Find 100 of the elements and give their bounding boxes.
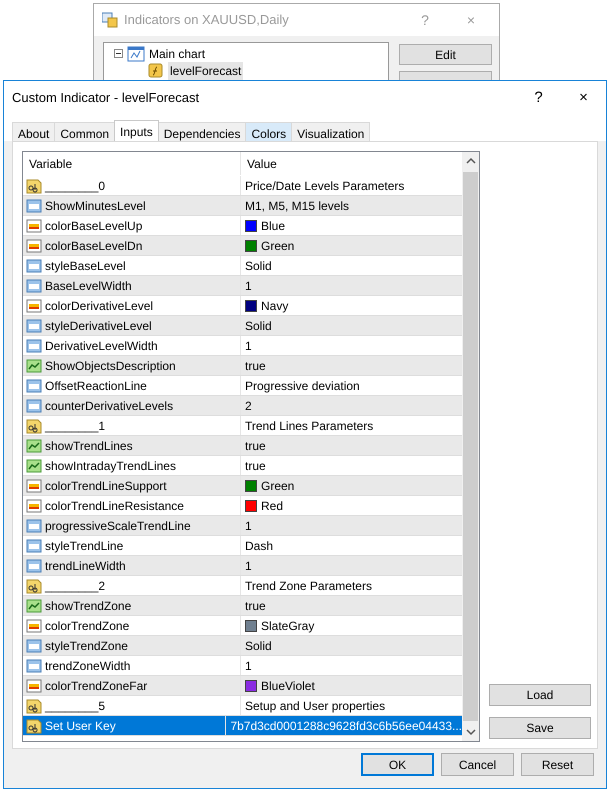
string-type-icon (26, 698, 42, 714)
dialog-button[interactable]: Reset (521, 753, 594, 776)
table-row[interactable]: colorBaseLevelDn Green (23, 236, 462, 256)
variable-value: Trend Lines Parameters (245, 418, 374, 434)
variable-value: 7b7d3cd0001288c9628fd3c6b56ee04433... (230, 718, 462, 734)
variable-name: colorTrendLineResistance (45, 498, 184, 514)
table-row[interactable]: ShowObjectsDescription true (23, 356, 462, 376)
tree-item[interactable]: Main chart (149, 44, 206, 62)
variable-value: Red (261, 498, 284, 514)
variable-name: colorTrendLineSupport (45, 478, 167, 494)
scroll-up-icon (466, 156, 476, 166)
scrollbar[interactable] (462, 152, 479, 741)
variable-name: ShowObjectsDescription (45, 358, 176, 374)
edit-button[interactable]: Edit (399, 44, 492, 65)
table-row[interactable]: progressiveScaleTrendLine 1 (23, 516, 462, 536)
boolean-type-icon (26, 358, 42, 374)
tab[interactable]: Visualization (291, 122, 370, 141)
variable-name: showTrendZone (45, 598, 132, 614)
column-header[interactable]: Variable (23, 152, 241, 175)
tab[interactable]: About (12, 122, 56, 141)
variable-name: BaseLevelWidth (45, 278, 132, 294)
number-type-icon (26, 318, 42, 334)
variable-value: 1 (245, 518, 252, 534)
color-type-icon (26, 218, 42, 234)
string-type-icon (26, 178, 42, 194)
variable-value: 1 (245, 558, 252, 574)
tab[interactable]: Colors (245, 122, 292, 141)
variable-name: counterDerivativeLevels (45, 398, 174, 414)
table-row[interactable]: BaseLevelWidth 1 (23, 276, 462, 296)
variable-name: colorTrendZoneFar (45, 678, 148, 694)
table-row[interactable]: counterDerivativeLevels 2 (23, 396, 462, 416)
close-button[interactable]: × (561, 86, 606, 110)
panel-button[interactable]: Save (489, 717, 591, 739)
panel-button[interactable]: Load (489, 684, 591, 706)
number-type-icon (26, 518, 42, 534)
variable-value: 1 (245, 338, 252, 354)
variable-name: OffsetReactionLine (45, 378, 147, 394)
column-header[interactable]: Value (241, 152, 462, 175)
variable-name: styleTrendLine (45, 538, 124, 554)
tab[interactable]: Common (54, 122, 116, 141)
table-row[interactable]: styleTrendZone Solid (23, 636, 462, 656)
variable-value: 2 (245, 398, 252, 414)
string-type-icon (26, 418, 42, 434)
tree-item[interactable]: levelForecast (168, 62, 244, 80)
variable-value: 1 (245, 278, 252, 294)
boolean-type-icon (26, 598, 42, 614)
scroll-down-icon (466, 727, 476, 737)
variable-name: ShowMinutesLevel (45, 198, 146, 214)
variable-value: Solid (245, 638, 272, 654)
number-type-icon (26, 338, 42, 354)
variable-name: trendLineWidth (45, 558, 126, 574)
color-type-icon (26, 618, 42, 634)
variable-value: true (245, 438, 266, 454)
variable-name: ________5 (45, 698, 106, 714)
number-type-icon (26, 558, 42, 574)
variable-name: ________1 (45, 418, 106, 434)
variable-value: Setup and User properties (245, 698, 386, 714)
variable-value: Price/Date Levels Parameters (245, 178, 404, 194)
variable-name: trendZoneWidth (45, 658, 130, 674)
window-title: Custom Indicator - levelForecast (12, 89, 200, 108)
tab[interactable]: Inputs (114, 120, 159, 142)
color-type-icon (26, 678, 42, 694)
variable-name: showTrendLines (45, 438, 133, 454)
table-row[interactable]: Set User Key 7b7d3cd0001288c9628fd3c6b56ee04433... (23, 716, 462, 736)
variable-value: SlateGray (261, 618, 314, 634)
color-type-icon (26, 298, 42, 314)
variable-name: ________0 (45, 178, 106, 194)
variable-value: Green (261, 238, 294, 254)
variable-value: Blue (261, 218, 286, 234)
window-title: Indicators on XAUUSD,Daily (124, 11, 290, 30)
variable-value: true (245, 458, 266, 474)
number-type-icon (26, 398, 42, 414)
number-type-icon (26, 258, 42, 274)
variable-name: progressiveScaleTrendLine (45, 518, 191, 534)
number-type-icon (26, 638, 42, 654)
table-row[interactable]: ShowMinutesLevel M1, M5, M15 levels (23, 196, 462, 216)
variable-value: M1, M5, M15 levels (245, 198, 350, 214)
variable-name: ________2 (45, 578, 106, 594)
table-row[interactable]: showTrendLines true (23, 436, 462, 456)
table-row[interactable]: colorTrendLineSupport Green (23, 476, 462, 496)
variable-value: true (245, 598, 266, 614)
variable-name: colorBaseLevelUp (45, 218, 142, 234)
table-row[interactable]: colorTrendZoneFar BlueViolet (23, 676, 462, 696)
color-type-icon (26, 498, 42, 514)
table-row[interactable]: showTrendZone true (23, 596, 462, 616)
tab[interactable]: Dependencies (158, 122, 246, 141)
number-type-icon (26, 278, 42, 294)
table-row[interactable]: styleDerivativeLevel Solid (23, 316, 462, 336)
variable-value: Trend Zone Parameters (245, 578, 372, 594)
table-row[interactable]: trendLineWidth 1 (23, 556, 462, 576)
dialog-button[interactable]: Cancel (441, 753, 514, 776)
variable-name: styleBaseLevel (45, 258, 126, 274)
number-type-icon (26, 378, 42, 394)
chart-icon (127, 46, 145, 62)
dialog-button[interactable]: OK (361, 753, 434, 776)
help-button[interactable]: ? (516, 86, 561, 110)
variable-name: colorDerivativeLevel (45, 298, 154, 314)
indicators-icon (102, 12, 118, 28)
number-type-icon (26, 198, 42, 214)
color-type-icon (26, 238, 42, 254)
